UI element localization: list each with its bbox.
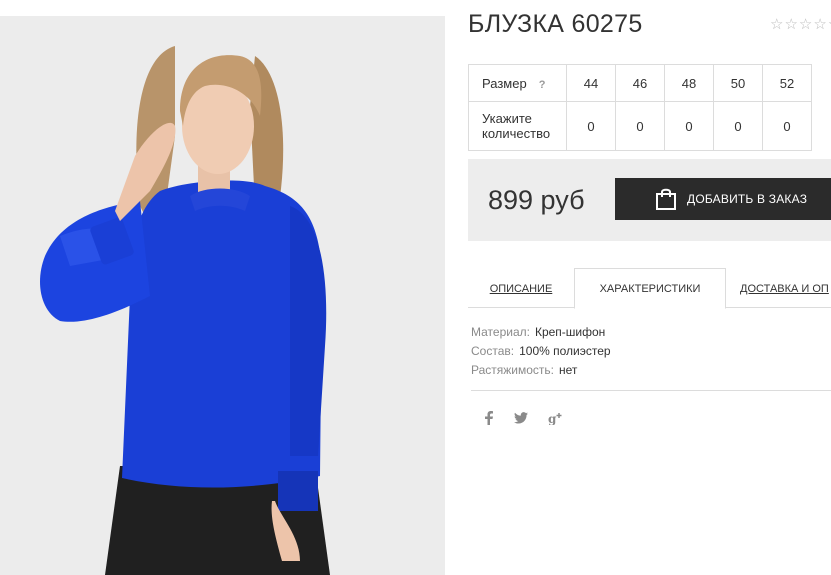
- size-option[interactable]: 46: [615, 64, 665, 102]
- spec-key: Материал:: [471, 325, 530, 339]
- twitter-icon[interactable]: [514, 412, 528, 424]
- product-tabs: ОПИСАНИЕ ХАРАКТЕРИСТИКИ ДОСТАВКА И ОП: [468, 268, 831, 309]
- facebook-icon[interactable]: [484, 411, 494, 425]
- tab-delivery[interactable]: ДОСТАВКА И ОП: [740, 268, 831, 308]
- spec-value: 100% полиэстер: [519, 344, 611, 358]
- google-plus-icon[interactable]: g: [548, 411, 564, 425]
- price-panel: 899 руб ДОБАВИТЬ В ЗАКАЗ: [468, 159, 831, 241]
- spec-key: Растяжимость:: [471, 363, 555, 377]
- add-to-order-label: ДОБАВИТЬ В ЗАКАЗ: [687, 192, 808, 206]
- star-icon[interactable]: ☆: [784, 17, 797, 32]
- star-icon[interactable]: ☆: [770, 17, 783, 32]
- tab-label: ХАРАКТЕРИСТИКИ: [599, 282, 701, 295]
- quantity-label: Укажите количество: [468, 101, 567, 151]
- size-label-cell: Размер?: [468, 64, 567, 102]
- characteristics-list: Материал: Креп-шифон Состав: 100% полиэсте…: [471, 323, 611, 380]
- size-option[interactable]: 52: [762, 64, 812, 102]
- divider: [471, 390, 831, 391]
- size-label: Размер: [482, 75, 527, 91]
- size-option[interactable]: 48: [664, 64, 714, 102]
- tab-description[interactable]: ОПИСАНИЕ: [468, 268, 574, 308]
- tab-label: ОПИСАНИЕ: [489, 283, 553, 295]
- spec-value: нет: [559, 363, 578, 377]
- product-title: БЛУЗКА 60275: [468, 10, 643, 38]
- spec-row: Состав: 100% полиэстер: [471, 342, 611, 361]
- spec-key: Состав:: [471, 344, 515, 358]
- blue-blouse-photo: [0, 16, 445, 575]
- size-help-icon[interactable]: ?: [539, 79, 546, 91]
- shopping-bag-icon: [656, 188, 676, 210]
- social-share: g: [484, 411, 564, 425]
- product-photo[interactable]: [0, 16, 445, 575]
- spec-row: Растяжимость: нет: [471, 361, 611, 380]
- size-option[interactable]: 44: [566, 64, 616, 102]
- spec-row: Материал: Креп-шифон: [471, 323, 611, 342]
- quantity-input[interactable]: 0: [713, 101, 763, 151]
- spec-value: Креп-шифон: [534, 325, 606, 339]
- size-table: Размер? 44 46 48 50 52 Укажите количеств…: [468, 64, 812, 151]
- quantity-input[interactable]: 0: [566, 101, 616, 151]
- add-to-order-button[interactable]: ДОБАВИТЬ В ЗАКАЗ: [615, 178, 831, 220]
- size-option[interactable]: 50: [713, 64, 763, 102]
- tab-characteristics[interactable]: ХАРАКТЕРИСТИКИ: [574, 268, 726, 309]
- star-icon[interactable]: ☆: [799, 17, 812, 32]
- product-price: 899 руб: [488, 185, 585, 215]
- quantity-input[interactable]: 0: [615, 101, 665, 151]
- star-icon[interactable]: ☆: [813, 17, 826, 32]
- svg-text:g: g: [548, 412, 557, 425]
- rating-stars[interactable]: ☆ ☆ ☆ ☆ ☆: [770, 17, 831, 32]
- quantity-input[interactable]: 0: [762, 101, 812, 151]
- quantity-input[interactable]: 0: [664, 101, 714, 151]
- tab-label: ДОСТАВКА И ОП: [740, 283, 829, 295]
